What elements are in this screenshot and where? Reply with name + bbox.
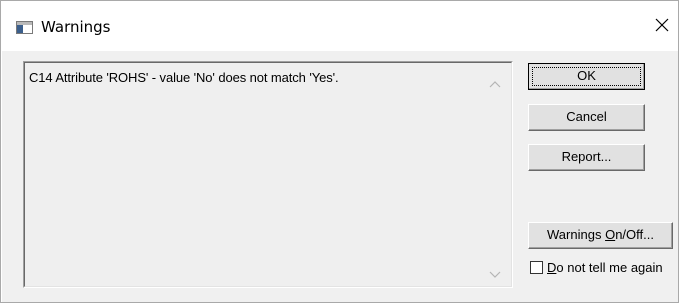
report-button[interactable]: Report... (528, 144, 645, 171)
title-bar[interactable]: Warnings (1, 1, 678, 51)
close-button[interactable] (646, 9, 678, 41)
warnings-on-off-button[interactable]: Warnings On/Off... (528, 222, 673, 249)
ok-button-label: OK (577, 68, 596, 83)
do-not-tell-again-label[interactable]: Do not tell me again (547, 260, 663, 275)
window-title: Warnings (41, 18, 111, 36)
close-icon (655, 18, 669, 32)
cancel-button-label: Cancel (566, 109, 607, 124)
chevron-up-icon[interactable] (489, 75, 501, 88)
warnings-list[interactable]: C14 Attribute 'ROHS' - value 'No' does n… (23, 61, 513, 288)
warnings-dialog: Warnings C14 Attribute 'ROHS' - value 'N… (0, 0, 679, 303)
window-app-icon (16, 21, 33, 34)
cancel-button[interactable]: Cancel (528, 104, 645, 131)
list-item[interactable]: C14 Attribute 'ROHS' - value 'No' does n… (29, 70, 339, 85)
report-button-label: Report... (561, 149, 612, 164)
ok-button[interactable]: OK (528, 63, 645, 90)
chevron-down-icon[interactable] (489, 266, 501, 278)
do-not-tell-again-checkbox[interactable] (530, 261, 543, 274)
